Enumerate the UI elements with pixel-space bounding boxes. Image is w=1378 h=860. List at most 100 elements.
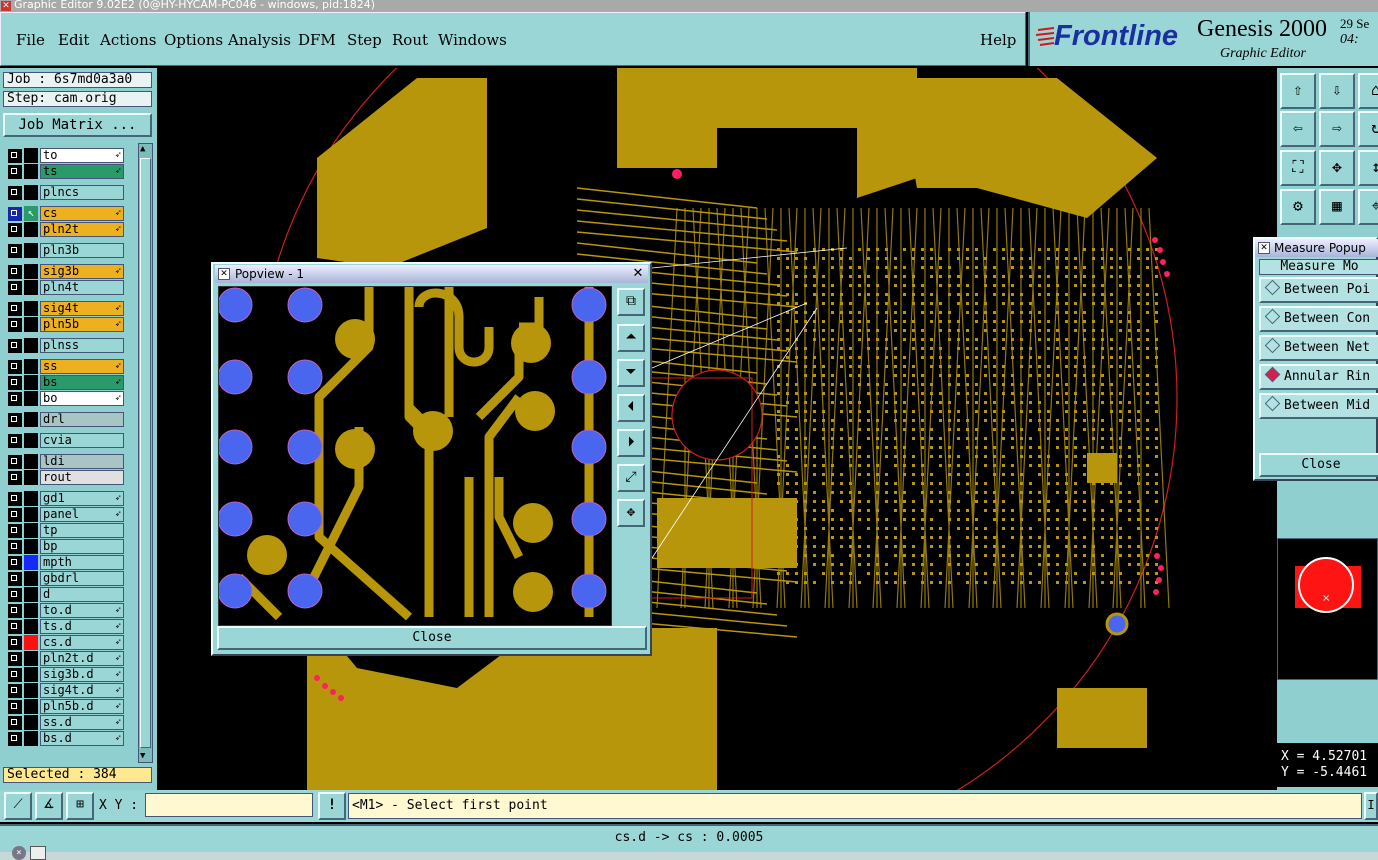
layer-name[interactable]: mpth — [40, 555, 124, 570]
menu-windows[interactable]: Windows — [438, 31, 507, 49]
layer-color-swatch[interactable] — [24, 280, 38, 295]
xy-input[interactable] — [145, 793, 313, 817]
layer-row-rout[interactable]: rout — [6, 470, 124, 486]
layer-checkbox[interactable] — [8, 244, 22, 258]
layer-name[interactable]: bs ➶ — [40, 375, 124, 390]
layer-checkbox[interactable] — [8, 149, 22, 163]
layer-color-swatch[interactable] — [24, 359, 38, 374]
pan-up-icon[interactable]: ⏶ — [617, 324, 645, 352]
layer-name[interactable]: pln2t.d ➶ — [40, 651, 124, 666]
pan-right-icon[interactable]: ⏵ — [617, 429, 645, 457]
layer-color-swatch[interactable] — [24, 301, 38, 316]
layer-checkbox[interactable] — [8, 207, 22, 221]
close-icon[interactable]: ✕ — [631, 267, 645, 280]
layer-row-d[interactable]: d — [6, 587, 124, 603]
layer-row-cs-d[interactable]: cs.d ➶ — [6, 635, 124, 651]
layer-checkbox[interactable] — [8, 318, 22, 332]
layer-color-swatch[interactable] — [24, 454, 38, 469]
radio-diamond-icon[interactable] — [1264, 395, 1281, 412]
menu-edit[interactable]: Edit — [58, 31, 89, 49]
measure-close-button[interactable]: Close — [1259, 453, 1378, 477]
prompt-button[interactable]: I — [1364, 792, 1378, 820]
layer-row-plncs[interactable]: plncs — [6, 185, 124, 201]
layer-color-swatch[interactable] — [24, 338, 38, 353]
layer-row-pln5b-d[interactable]: pln5b.d ➶ — [6, 699, 124, 715]
layer-row-pln2t-d[interactable]: pln2t.d ➶ — [6, 651, 124, 667]
pan-down-icon[interactable]: ⏷ — [617, 359, 645, 387]
menu-step[interactable]: Step — [347, 31, 382, 49]
menu-dfm[interactable]: DFM — [298, 31, 336, 49]
layer-checkbox[interactable] — [8, 716, 22, 730]
layer-row-pln4t[interactable]: pln4t — [6, 280, 124, 296]
layer-checkbox[interactable] — [8, 492, 22, 506]
layer-name[interactable]: plncs — [40, 185, 124, 200]
layer-name[interactable]: ts ➶ — [40, 164, 124, 179]
layer-color-swatch[interactable] — [24, 375, 38, 390]
zoom-window-icon[interactable]: ⧉ — [617, 288, 645, 316]
pan-up-icon[interactable]: ⇧ — [1280, 73, 1316, 109]
layer-row-sig4t[interactable]: sig4t ➶ — [6, 301, 124, 317]
layer-color-swatch[interactable] — [24, 539, 38, 554]
radio-diamond-icon[interactable] — [1264, 366, 1281, 383]
layer-row-to[interactable]: to ➶ — [6, 148, 124, 164]
popview-close-button[interactable]: Close — [217, 626, 647, 650]
radio-diamond-icon[interactable] — [1264, 308, 1281, 325]
layer-checkbox[interactable] — [8, 434, 22, 448]
layer-name[interactable]: to ➶ — [40, 148, 124, 163]
layer-checkbox[interactable] — [8, 588, 22, 602]
layer-name[interactable]: ss ➶ — [40, 359, 124, 374]
layer-row-gd1[interactable]: gd1 ➶ — [6, 491, 124, 507]
layer-name[interactable]: rout — [40, 470, 124, 485]
grid-icon[interactable]: ▦ — [1319, 189, 1355, 225]
layer-checkbox[interactable] — [8, 620, 22, 634]
layer-name[interactable]: bs.d ➶ — [40, 731, 124, 746]
layer-checkbox[interactable] — [8, 540, 22, 554]
layer-name[interactable]: sig4t ➶ — [40, 301, 124, 316]
layer-name[interactable]: d — [40, 587, 124, 602]
layer-color-swatch[interactable] — [24, 264, 38, 279]
measure-option-1[interactable]: Between Poi — [1259, 277, 1378, 303]
layer-color-swatch[interactable] — [24, 491, 38, 506]
layer-row-ss-d[interactable]: ss.d ➶ — [6, 715, 124, 731]
popview-title-bar[interactable]: ✕ Popview - 1 ✕ — [215, 265, 648, 283]
layer-color-swatch[interactable] — [24, 635, 38, 650]
measure-option-5[interactable]: Between Mid — [1259, 393, 1378, 419]
popview-zoom-view[interactable] — [218, 286, 612, 626]
layer-color-swatch[interactable] — [24, 185, 38, 200]
layer-name[interactable]: pln3b — [40, 243, 124, 258]
layer-name[interactable]: ts.d ➶ — [40, 619, 124, 634]
layer-color-swatch[interactable] — [24, 470, 38, 485]
layer-name[interactable]: to.d ➶ — [40, 603, 124, 618]
layer-color-swatch[interactable] — [24, 587, 38, 602]
layer-checkbox[interactable] — [8, 508, 22, 522]
layer-checkbox[interactable] — [8, 223, 22, 237]
layer-name[interactable]: cs.d ➶ — [40, 635, 124, 650]
layer-name[interactable]: sig4t.d ➶ — [40, 683, 124, 698]
layer-name[interactable]: gd1 ➶ — [40, 491, 124, 506]
menu-analysis[interactable]: Analysis — [228, 31, 291, 49]
layer-color-swatch[interactable] — [24, 391, 38, 406]
layer-name[interactable]: pln4t — [40, 280, 124, 295]
layer-color-swatch[interactable] — [24, 148, 38, 163]
layer-name[interactable]: pln5b.d ➶ — [40, 699, 124, 714]
snap-angle-icon[interactable]: ∡ — [35, 792, 63, 820]
home-icon[interactable]: ⌂ — [1358, 73, 1378, 109]
layer-row-sig4t-d[interactable]: sig4t.d ➶ — [6, 683, 124, 699]
layer-row-to-d[interactable]: to.d ➶ — [6, 603, 124, 619]
layer-checkbox[interactable] — [8, 652, 22, 666]
layer-checkbox[interactable] — [8, 524, 22, 538]
layer-name[interactable]: pln5b ➶ — [40, 317, 124, 332]
close-circle-icon[interactable]: × — [12, 846, 26, 860]
layer-row-panel[interactable]: panel ➶ — [6, 507, 124, 523]
layer-name[interactable]: panel ➶ — [40, 507, 124, 522]
layer-color-swatch[interactable] — [24, 555, 38, 570]
layer-checkbox[interactable] — [8, 636, 22, 650]
layer-row-pln5b[interactable]: pln5b ➶ — [6, 317, 124, 333]
menu-help[interactable]: Help — [980, 31, 1016, 49]
layer-color-swatch[interactable] — [24, 731, 38, 746]
layer-checkbox[interactable] — [8, 265, 22, 279]
menu-rout[interactable]: Rout — [392, 31, 428, 49]
layer-checkbox[interactable] — [8, 668, 22, 682]
layer-name[interactable]: bp — [40, 539, 124, 554]
layer-row-plnss[interactable]: plnss — [6, 338, 124, 354]
